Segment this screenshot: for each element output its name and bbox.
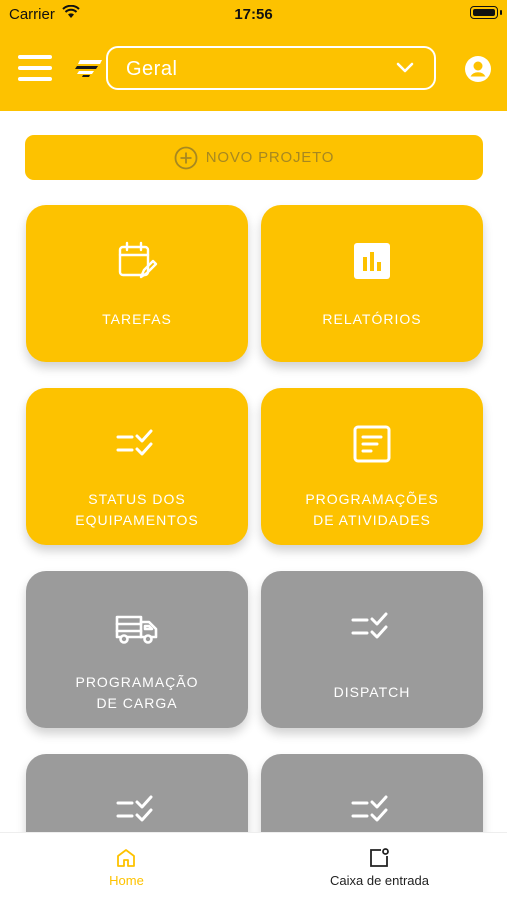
tile-module[interactable] [26,754,248,832]
tile-programacao-de-carga[interactable]: PROGRAMAÇÃO DE CARGA [26,571,248,728]
checklist-icon [115,422,159,466]
tile-relatorios[interactable]: RELATÓRIOS [261,205,483,362]
app-header: Carrier 17:56 Geral [0,0,507,111]
project-selector-value: Geral [126,58,178,80]
tile-label: RELATÓRIOS [322,311,422,327]
tile-label: PROGRAMAÇÃO DE CARGA [75,674,199,711]
menu-button[interactable] [18,55,52,81]
battery-icon [470,6,502,19]
tile-label: DISPATCH [333,684,411,700]
checklist-icon [350,788,394,832]
tile-label: TAREFAS [102,311,172,327]
tile-label: PROGRAMAÇÕES DE ATIVIDADES [305,491,439,528]
clock: 17:56 [234,6,273,23]
checklist-icon [350,605,394,649]
tab-caixa-de-entrada[interactable]: Caixa de entrada [253,833,506,901]
status-bar: Carrier 17:56 [0,0,507,28]
document-icon [350,422,394,466]
truck-icon [115,605,159,649]
calendar-edit-icon [115,239,159,283]
tab-home-label: Home [109,873,144,888]
chevron-down-icon [396,61,414,79]
inbox-icon [368,847,390,869]
profile-icon[interactable] [465,56,491,82]
tile-label: STATUS DOS EQUIPAMENTOS [75,491,199,528]
home-icon [115,847,137,869]
module-grid: TAREFAS RELATÓRIOS STATUS DOS EQUIPAMENT… [0,111,507,832]
bar-chart-icon [350,239,394,283]
app-logo-icon [74,58,104,78]
tile-status-dos-equipamentos[interactable]: STATUS DOS EQUIPAMENTOS [26,388,248,545]
tile-dispatch[interactable]: DISPATCH [261,571,483,728]
tab-home[interactable]: Home [0,833,253,901]
tab-inbox-label: Caixa de entrada [329,873,429,888]
checklist-icon [115,788,159,832]
project-selector[interactable]: Geral [106,46,436,90]
tile-programacoes-de-atividades[interactable]: PROGRAMAÇÕES DE ATIVIDADES [261,388,483,545]
tab-bar: Home Caixa de entrada [0,832,507,901]
tile-tarefas[interactable]: TAREFAS [26,205,248,362]
tile-module[interactable] [261,754,483,832]
